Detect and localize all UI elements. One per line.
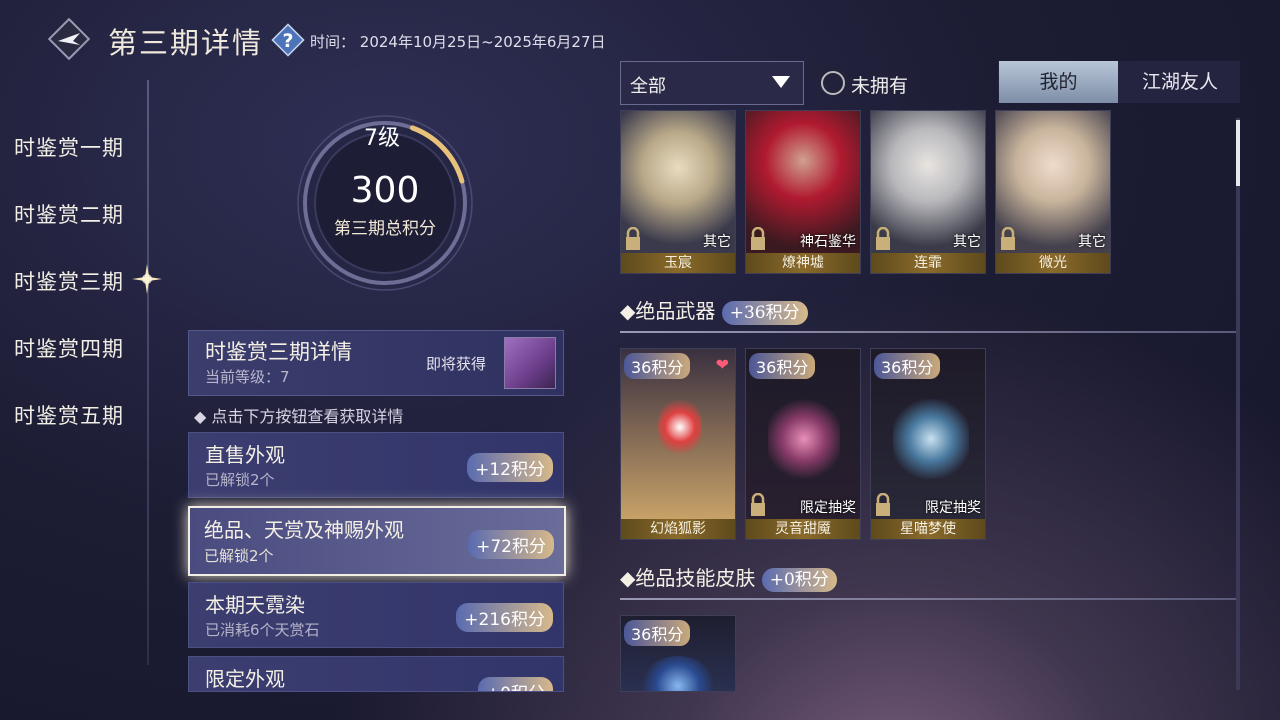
- points-badge: +12积分: [467, 453, 553, 482]
- character-card[interactable]: 其它 玉宸: [620, 110, 736, 274]
- card-name: 幻焰狐影: [621, 519, 735, 539]
- points-badge: +0积分: [477, 677, 553, 691]
- tip-text: ◆ 点击下方按钮查看获取详情: [194, 407, 404, 426]
- card-name: 灵音甜魇: [746, 519, 860, 539]
- help-button[interactable]: ?: [270, 22, 306, 58]
- total-score-label: 第三期总积分: [334, 219, 436, 239]
- points-badge: +216积分: [456, 603, 553, 632]
- lock-icon: [625, 226, 641, 251]
- period-text: 时间： 2024年10月25日~2025年6月27日: [310, 33, 606, 51]
- skin-card[interactable]: 36积分: [620, 615, 736, 692]
- weapon-card[interactable]: 36积分 限定抽奖 灵音甜魇: [745, 348, 861, 540]
- filter-value: 全部: [630, 76, 666, 97]
- level-text: 7级: [364, 126, 400, 151]
- card-tag: 限定抽奖: [800, 500, 856, 516]
- nav-period-1[interactable]: 时鉴赏一期: [14, 132, 124, 162]
- points-badge: 36积分: [624, 353, 691, 379]
- back-button[interactable]: [46, 16, 92, 62]
- row-title: 直售外观: [205, 443, 285, 467]
- lock-icon: [875, 226, 891, 251]
- card-name: 燎神墟: [746, 253, 860, 273]
- heart-icon: ❤: [715, 355, 729, 374]
- card-tag: 其它: [703, 234, 731, 250]
- svg-text:?: ?: [282, 30, 293, 52]
- row-title: 绝品、天赏及神赐外观: [204, 518, 404, 542]
- section-divider: [620, 598, 1236, 600]
- points-badge: 36积分: [874, 353, 941, 379]
- points-badge: +72积分: [468, 530, 554, 559]
- category-row-dye[interactable]: 本期天霓染 已消耗6个天赏石 +216积分: [188, 582, 564, 648]
- selected-star-icon: [130, 262, 164, 296]
- nav-period-4[interactable]: 时鉴赏四期: [14, 333, 124, 363]
- character-card[interactable]: 其它 连霏: [870, 110, 986, 274]
- section-points-badge: +0积分: [761, 568, 837, 592]
- row-title: 限定外观: [205, 667, 285, 691]
- row-sub: 已解锁2个: [204, 547, 274, 565]
- nav-period-5[interactable]: 时鉴赏五期: [14, 400, 124, 430]
- section-points-badge: +36积分: [721, 301, 808, 325]
- lock-icon: [1000, 226, 1016, 251]
- weapon-image: [658, 397, 702, 457]
- lock-icon: [875, 492, 891, 517]
- card-tag: 限定抽奖: [925, 500, 981, 516]
- character-card[interactable]: 其它 微光: [995, 110, 1111, 274]
- weapon-image: [768, 399, 840, 479]
- card-name: 连霏: [871, 253, 985, 273]
- card-tag: 其它: [1078, 234, 1106, 250]
- points-badge: 36积分: [624, 620, 691, 646]
- points-badge: 36积分: [749, 353, 816, 379]
- skin-image: [641, 656, 715, 691]
- obtain-label: 即将获得: [426, 355, 487, 373]
- dropdown-arrow-icon: [772, 76, 790, 88]
- weapons-section-title: ◆绝品武器 +36积分: [620, 295, 808, 325]
- lock-icon: [750, 492, 766, 517]
- nav-period-3[interactable]: 时鉴赏三期: [14, 266, 124, 296]
- section-divider: [620, 331, 1236, 333]
- card-name: 微光: [996, 253, 1110, 273]
- row-title: 本期天霓染: [205, 593, 305, 617]
- back-arrow-icon: [47, 17, 91, 61]
- card-tag: 神石鉴华: [800, 234, 856, 250]
- total-score: 300: [350, 170, 420, 211]
- category-row-premium[interactable]: 绝品、天赏及神赐外观 已解锁2个 +72积分: [188, 506, 566, 576]
- tab-friends[interactable]: 江湖友人: [1120, 61, 1240, 103]
- category-row-limited[interactable]: 限定外观 +0积分: [188, 656, 564, 692]
- not-owned-radio[interactable]: [821, 71, 845, 95]
- character-card[interactable]: 神石鉴华 燎神墟: [745, 110, 861, 274]
- nav-period-2[interactable]: 时鉴赏二期: [14, 199, 124, 229]
- row-sub: 已解锁2个: [205, 471, 275, 489]
- card-name: 玉宸: [621, 253, 735, 273]
- skins-section-title: ◆绝品技能皮肤 +0积分: [620, 562, 837, 592]
- nav-divider: [147, 80, 149, 665]
- reward-thumbnail[interactable]: [504, 337, 556, 389]
- current-level: 当前等级：7: [205, 368, 290, 386]
- card-tag: 其它: [953, 234, 981, 250]
- scrollbar-thumb[interactable]: [1236, 120, 1240, 186]
- tab-mine[interactable]: 我的: [999, 61, 1118, 103]
- page-title: 第三期详情: [108, 26, 264, 60]
- scrollbar-track[interactable]: [1236, 118, 1240, 690]
- question-icon: ?: [271, 23, 305, 57]
- weapon-card[interactable]: 36积分 限定抽奖 星喵梦使: [870, 348, 986, 540]
- detail-title: 时鉴赏三期详情: [205, 340, 352, 364]
- weapon-image: [893, 399, 969, 479]
- not-owned-label: 未拥有: [851, 75, 909, 97]
- card-name: 星喵梦使: [871, 519, 985, 539]
- category-row-direct-sale[interactable]: 直售外观 已解锁2个 +12积分: [188, 432, 564, 498]
- weapon-card[interactable]: 36积分 ❤ 幻焰狐影: [620, 348, 736, 540]
- lock-icon: [750, 226, 766, 251]
- row-sub: 已消耗6个天赏石: [205, 621, 320, 639]
